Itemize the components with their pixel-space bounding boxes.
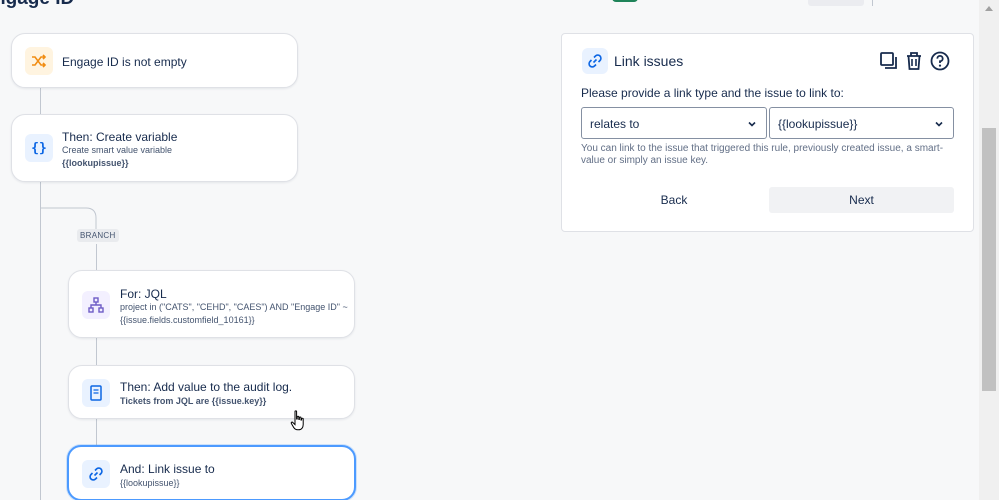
for-jql-query: project in ("CATS", "CEHD", "CAES") AND … bbox=[120, 302, 348, 312]
connector-line bbox=[96, 338, 97, 365]
create-variable-title: Then: Create variable bbox=[62, 130, 178, 144]
help-icon[interactable] bbox=[929, 50, 951, 72]
create-variable-description: Create smart value variable bbox=[62, 145, 173, 155]
scrollbar-thumb[interactable] bbox=[982, 128, 996, 391]
trash-icon[interactable] bbox=[903, 50, 925, 72]
condition-title: Engage ID is not empty bbox=[62, 55, 187, 69]
connector-line bbox=[40, 88, 41, 114]
page-title: ngage ID bbox=[0, 0, 74, 10]
next-button[interactable]: Next bbox=[769, 187, 954, 213]
link-issue-title: And: Link issue to bbox=[120, 462, 215, 476]
condition-card[interactable]: Engage ID is not empty bbox=[11, 33, 298, 88]
back-button[interactable]: Back bbox=[582, 187, 766, 213]
audit-log-card[interactable]: Then: Add value to the audit log. Ticket… bbox=[68, 365, 355, 419]
status-toggle[interactable] bbox=[612, 0, 638, 2]
branch-label: BRANCH bbox=[77, 229, 119, 242]
link-issues-panel: Link issues Please provide a link type a… bbox=[561, 33, 974, 232]
link-help-text: You can link to the issue that triggered… bbox=[581, 143, 944, 166]
link-type-select[interactable]: relates to bbox=[581, 107, 767, 139]
header-divider bbox=[872, 0, 873, 6]
header-button[interactable] bbox=[808, 0, 864, 6]
link-type-value: relates to bbox=[590, 117, 640, 131]
duplicate-icon[interactable] bbox=[878, 50, 900, 72]
document-icon bbox=[82, 379, 110, 407]
audit-log-message: Tickets from JQL are {{issue.key}} bbox=[120, 396, 267, 406]
connector-line bbox=[96, 244, 97, 270]
issue-select[interactable]: {{lookupissue}} bbox=[769, 107, 954, 139]
link-icon bbox=[82, 460, 110, 488]
issue-value: {{lookupissue}} bbox=[778, 117, 858, 131]
for-jql-card[interactable]: For: JQL project in ("CATS", "CEHD", "CA… bbox=[68, 270, 355, 338]
hand-pointer-icon bbox=[290, 410, 304, 431]
hierarchy-icon bbox=[82, 291, 110, 319]
for-jql-title: For: JQL bbox=[120, 287, 167, 301]
connector-line bbox=[96, 419, 97, 446]
scroll-up-arrow-icon[interactable] bbox=[984, 4, 994, 12]
create-variable-card[interactable]: {} Then: Create variable Create smart va… bbox=[11, 114, 298, 182]
shuffle-icon bbox=[25, 47, 53, 75]
link-issue-target: {{lookupissue}} bbox=[120, 478, 180, 488]
chevron-down-icon bbox=[748, 121, 756, 127]
automation-rule-editor: ngage ID Engage ID is not empty {} Then:… bbox=[0, 0, 999, 500]
braces-icon: {} bbox=[25, 134, 53, 162]
link-issue-card[interactable]: And: Link issue to {{lookupissue}} bbox=[67, 445, 356, 500]
chevron-down-icon bbox=[935, 121, 943, 127]
audit-log-title: Then: Add value to the audit log. bbox=[120, 380, 293, 394]
create-variable-name: {{lookupissue}} bbox=[62, 158, 129, 168]
for-jql-query-field: {{issue.fields.customfield_10161}} bbox=[120, 315, 255, 325]
link-icon bbox=[582, 48, 608, 74]
panel-prompt: Please provide a link type and the issue… bbox=[581, 86, 844, 100]
panel-title: Link issues bbox=[614, 53, 684, 69]
